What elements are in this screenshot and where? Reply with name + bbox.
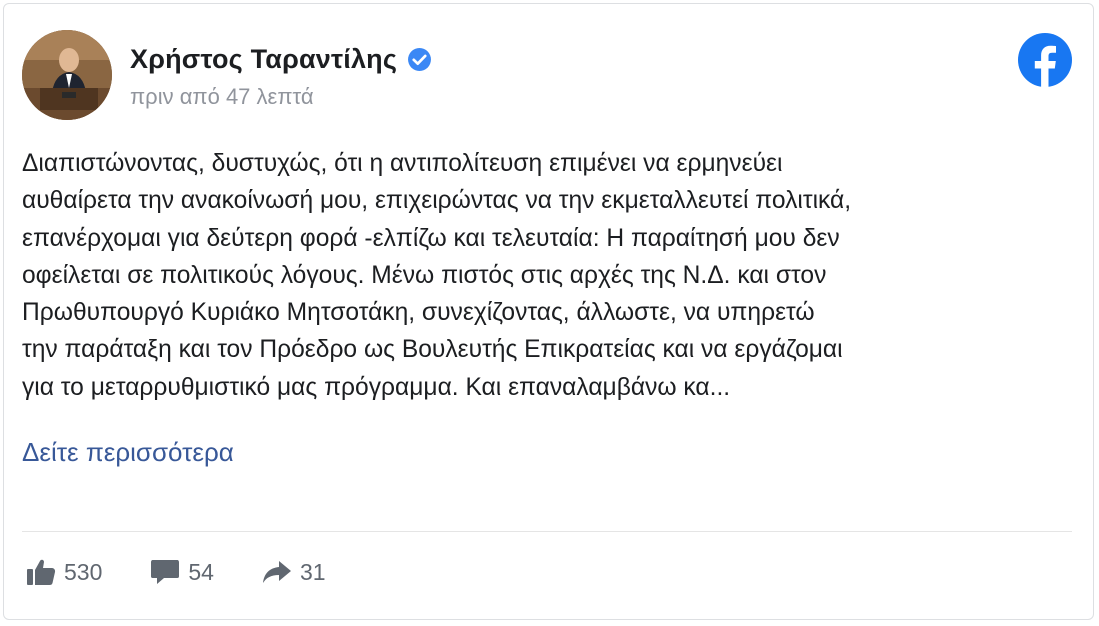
post-text-line: επανέρχομαι για δεύτερη φορά -ελπίζω και… bbox=[22, 224, 840, 252]
verified-badge-icon bbox=[408, 48, 432, 71]
share-button[interactable]: 31 bbox=[262, 558, 326, 586]
facebook-logo-icon[interactable] bbox=[1017, 32, 1073, 88]
share-arrow-icon bbox=[262, 561, 291, 583]
post-text-line: για το μεταρρυθμιστικό μας πρόγραμμα. Κα… bbox=[22, 373, 731, 401]
see-more-link[interactable]: Δείτε περισσότερα bbox=[22, 437, 234, 468]
author-avatar[interactable] bbox=[22, 30, 112, 120]
post-text-line: Πρωθυπουργό Κυριάκο Μητσοτάκη, συνεχίζον… bbox=[22, 299, 815, 327]
share-count: 31 bbox=[299, 558, 326, 585]
comment-bubble-icon bbox=[151, 560, 180, 584]
thumbs-up-icon bbox=[27, 559, 56, 585]
comment-count: 54 bbox=[188, 558, 214, 585]
profile-photo bbox=[22, 30, 112, 120]
post-stats-bar: 530 54 31 bbox=[26, 558, 326, 586]
divider bbox=[22, 531, 1072, 532]
author-name[interactable]: Χρήστος Ταραντίλης bbox=[130, 44, 397, 75]
facebook-post-card: Χρήστος Ταραντίλης πριν από 47 λεπτά Δια… bbox=[3, 3, 1094, 620]
post-text-line: οφείλεται σε πολιτικούς λόγους. Μένω πισ… bbox=[22, 261, 827, 289]
like-count: 530 bbox=[64, 558, 103, 585]
post-text-line: Διαπιστώνοντας, δυστυχώς, ότι η αντιπολί… bbox=[22, 150, 783, 177]
post-text-line: αυθαίρετα την ανακοίνωσή μου, επιχειρώντ… bbox=[22, 187, 852, 215]
post-text-line: την παράταξη και τον Πρόεδρο ως Βουλευτή… bbox=[22, 336, 843, 364]
comment-button[interactable]: 54 bbox=[150, 558, 214, 586]
post-timestamp[interactable]: πριν από 47 λεπτά bbox=[130, 84, 314, 110]
like-button[interactable]: 530 bbox=[26, 558, 102, 586]
post-body-text: Διαπιστώνοντας, δυστυχώς, ότι η αντιπολί… bbox=[22, 145, 1082, 406]
